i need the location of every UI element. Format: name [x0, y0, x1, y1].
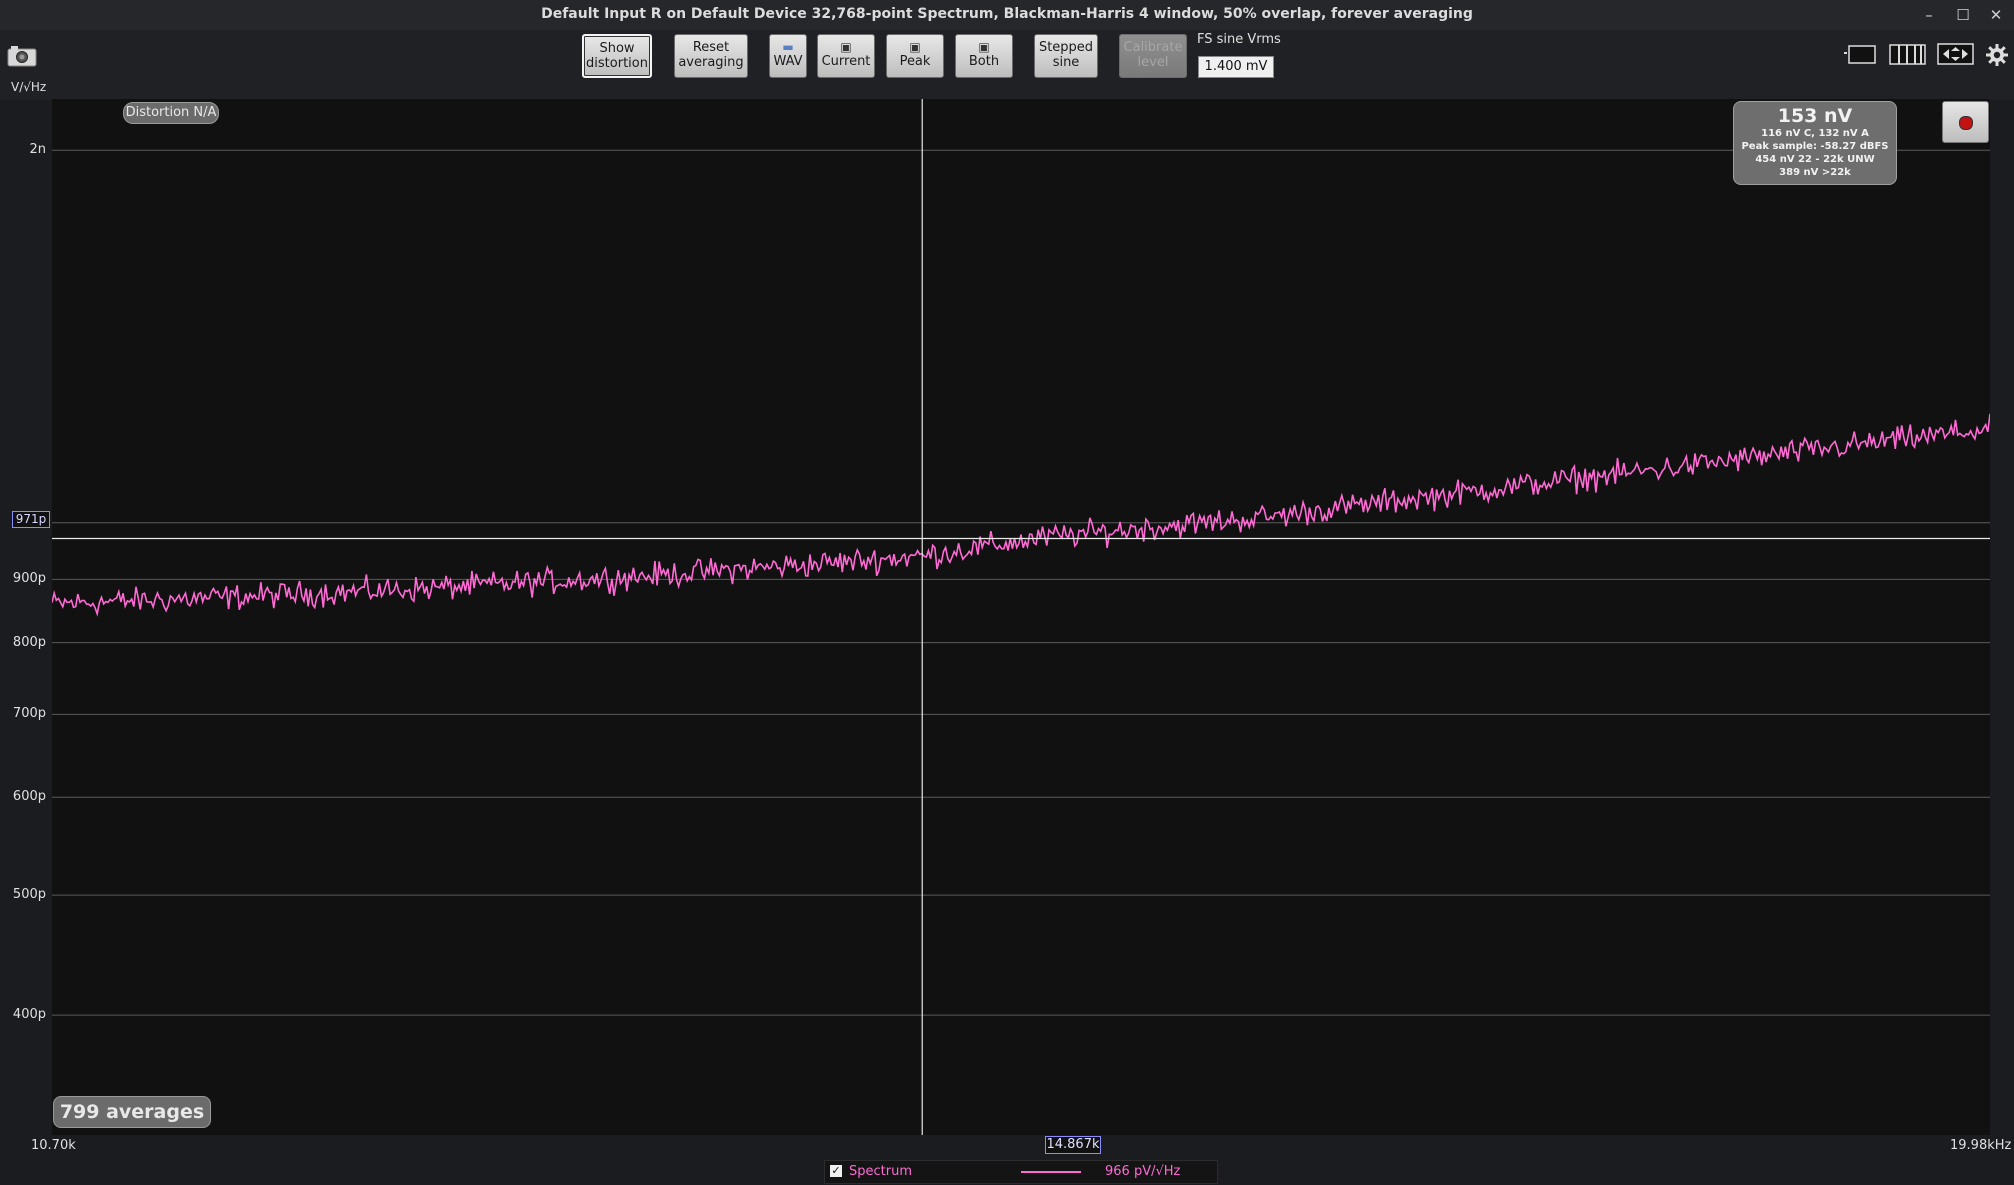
spectrum-checkbox[interactable]: ✓ — [830, 1165, 842, 1177]
reset-averaging-button[interactable]: Reset averaging — [674, 34, 748, 78]
calibrate-level-button[interactable]: Calibrate level — [1119, 34, 1187, 78]
expand-arrows-icon[interactable] — [1937, 42, 1975, 70]
single-window-icon[interactable] — [1843, 42, 1877, 70]
reset-averaging-label-1: Reset — [692, 40, 730, 55]
stepped-sine-label-1: Stepped — [1038, 40, 1094, 55]
save-both-button[interactable]: ▣ Both — [955, 34, 1013, 78]
spectrum-chart[interactable] — [51, 99, 1991, 1135]
fs-sine-label: FS sine Vrms — [1197, 32, 1281, 47]
y-tick-label: 600p — [12, 789, 46, 805]
floppy-icon: ▣ — [909, 40, 921, 54]
y-tick-label: 800p — [12, 634, 46, 650]
y-tick-label: 400p — [12, 1007, 46, 1023]
y-tick-label: 500p — [12, 887, 46, 903]
record-icon — [1959, 116, 1973, 130]
legend-swatch — [1021, 1171, 1081, 1173]
y-tick-label: 700p — [12, 706, 46, 722]
maximize-button[interactable]: ☐ — [1952, 4, 1974, 26]
gear-icon[interactable] — [1985, 43, 2009, 71]
y-tick-label: 900p — [12, 571, 46, 587]
readout-line: 454 nV 22 - 22k UNW — [1755, 154, 1875, 165]
x-start-label: 10.70k — [31, 1138, 76, 1153]
wav-label: WAV — [773, 54, 803, 69]
distortion-badge[interactable]: Distortion N/A — [123, 102, 219, 124]
show-distortion-button[interactable]: Show distortion — [582, 34, 652, 78]
readout-line: 389 nV >22k — [1779, 167, 1851, 178]
show-distortion-label-1: Show — [599, 41, 635, 56]
record-button[interactable] — [1942, 101, 1989, 143]
legend: ✓ Spectrum 966 pV/√Hz — [824, 1160, 1218, 1184]
cursor-x-readout: 14.867k — [1045, 1136, 1101, 1154]
y-unit-label: V/√Hz — [11, 80, 47, 94]
close-button[interactable]: ✕ — [1985, 4, 2007, 26]
calibrate-level-label-2: level — [1137, 55, 1169, 70]
camera-icon[interactable] — [7, 45, 37, 71]
spectrum-trace — [51, 413, 1991, 617]
reset-averaging-label-2: averaging — [678, 55, 744, 70]
stepped-sine-label-2: sine — [1052, 55, 1080, 70]
open-wav-button[interactable]: ▬ WAV — [769, 34, 807, 78]
averages-badge: 799 averages — [53, 1096, 211, 1128]
legend-series-value: 966 pV/√Hz — [1105, 1164, 1181, 1179]
x-end-label: 19.98kHz — [1950, 1138, 2012, 1153]
both-label: Both — [968, 54, 1000, 69]
minimize-button[interactable]: – — [1918, 4, 1940, 26]
readout-main-value: 153 nV — [1777, 105, 1853, 127]
save-current-button[interactable]: ▣ Current — [817, 34, 875, 78]
fs-sine-input[interactable]: 1.400 mV — [1198, 56, 1274, 78]
peak-label: Peak — [899, 54, 931, 69]
spectrum-plot[interactable] — [51, 99, 1991, 1135]
window-title: Default Input R on Default Device 32,768… — [541, 6, 1473, 22]
floppy-icon: ▣ — [840, 40, 852, 54]
show-distortion-label-2: distortion — [586, 56, 648, 71]
legend-series-name: Spectrum — [849, 1164, 912, 1179]
save-peak-button[interactable]: ▣ Peak — [886, 34, 944, 78]
floppy-icon: ▣ — [978, 40, 990, 54]
readout-line: 116 nV C, 132 nV A — [1761, 128, 1869, 139]
title-bar: Default Input R on Default Device 32,768… — [0, 0, 2014, 31]
level-readout-panel: 153 nV 116 nV C, 132 nV A Peak sample: -… — [1733, 101, 1897, 185]
stepped-sine-button[interactable]: Stepped sine — [1034, 34, 1098, 78]
current-label: Current — [821, 54, 871, 69]
folder-icon: ▬ — [782, 40, 794, 54]
calibrate-level-label-1: Calibrate — [1123, 40, 1183, 55]
bars-view-icon[interactable] — [1889, 42, 1927, 70]
y-tick-label: 2n — [29, 142, 46, 158]
cursor-y-readout: 971p — [12, 511, 50, 528]
readout-line: Peak sample: -58.27 dBFS — [1741, 141, 1889, 152]
